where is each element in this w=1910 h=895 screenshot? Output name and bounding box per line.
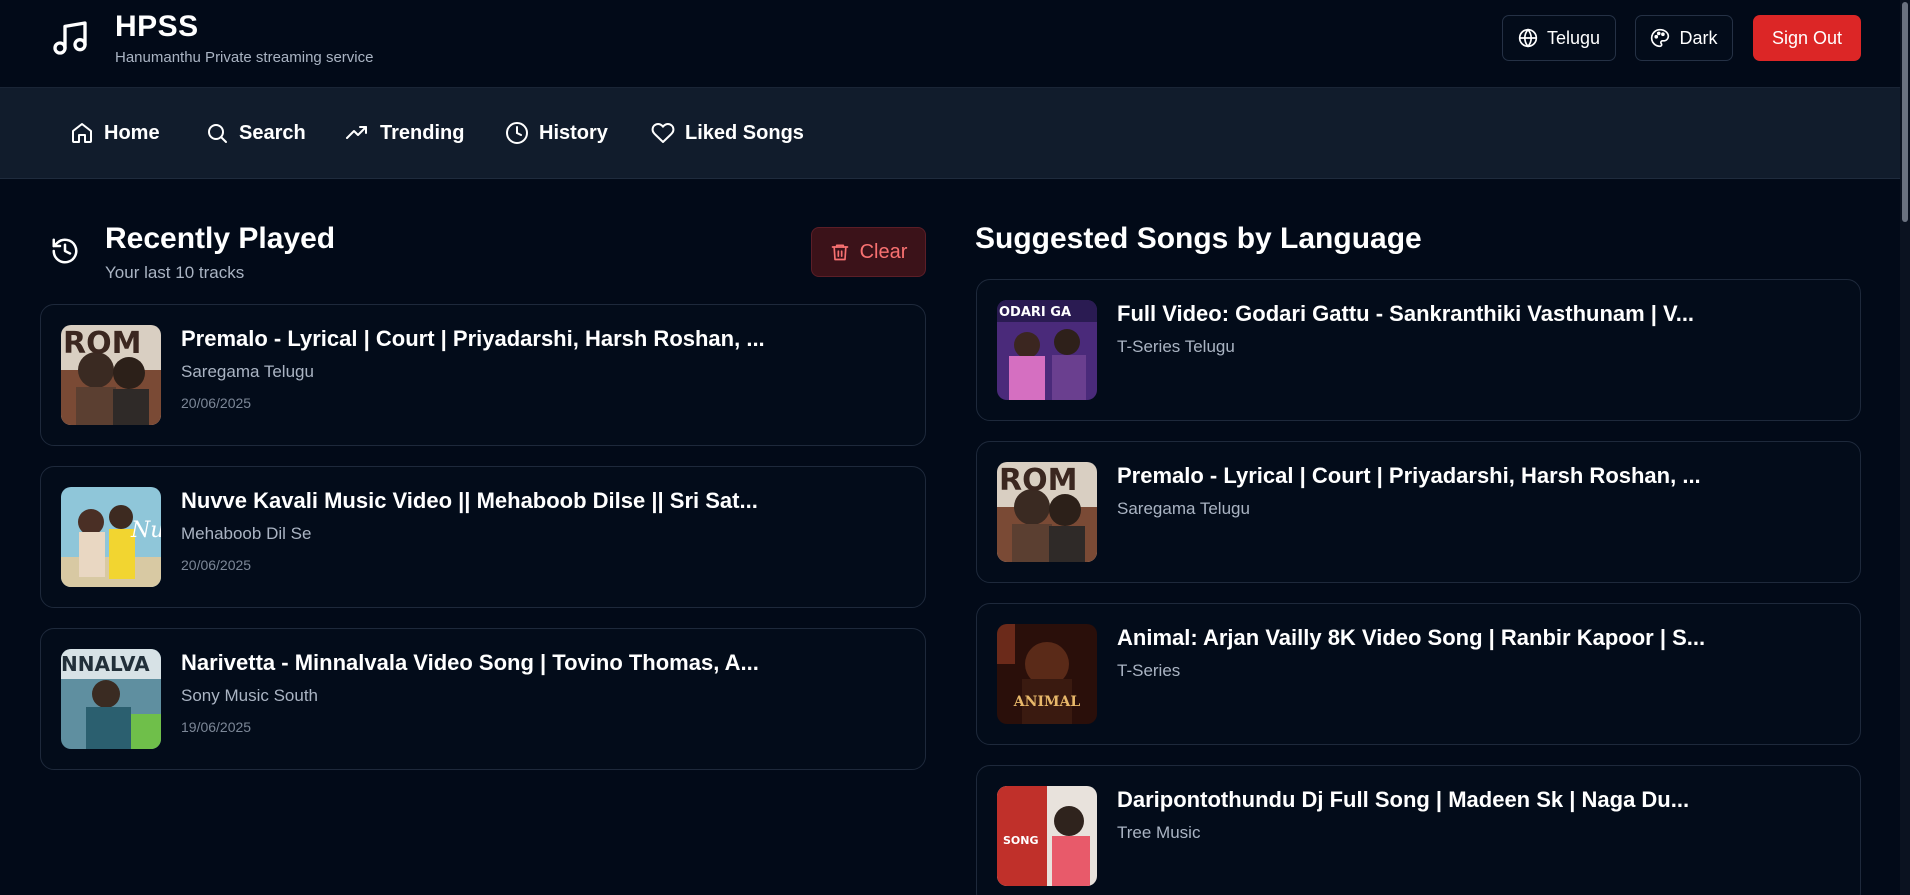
clear-history-button[interactable]: Clear <box>811 227 926 277</box>
track-title: Full Video: Godari Gattu - Sankranthiki … <box>1117 301 1695 326</box>
svg-text:ROM: ROM <box>999 463 1077 498</box>
track-artist: Mehaboob Dil Se <box>181 524 312 543</box>
nav-label-search: Search <box>239 121 306 144</box>
recent-track-card[interactable]: Nu Nuvve Kavali Music Video || Mehaboob … <box>40 466 926 608</box>
globe-icon <box>1518 28 1538 48</box>
track-date: 20/06/2025 <box>181 395 252 411</box>
svg-text:Nu: Nu <box>130 518 161 543</box>
nav-label-liked-songs: Liked Songs <box>685 121 804 144</box>
home-icon <box>72 123 92 143</box>
track-thumbnail: ANIMAL <box>997 624 1097 724</box>
main-nav: Home Search Trending History Liked Songs <box>0 88 1900 179</box>
nav-item-history[interactable]: History <box>505 118 608 148</box>
track-title: Animal: Arjan Vailly 8K Video Song | Ran… <box>1117 625 1706 650</box>
recently-played-title: Recently Played <box>105 222 336 255</box>
track-artist: Tree Music <box>1117 823 1201 842</box>
suggested-track-card[interactable]: ROM Premalo - Lyrical | Court | Priyadar… <box>976 441 1861 583</box>
app-title: HPSS <box>115 10 199 43</box>
track-thumbnail: ROM <box>997 462 1097 562</box>
sign-out-button[interactable]: Sign Out <box>1753 15 1861 61</box>
svg-text:ANIMAL: ANIMAL <box>1013 694 1081 710</box>
track-title: Nuvve Kavali Music Video || Mehaboob Dil… <box>181 488 758 513</box>
track-title: Premalo - Lyrical | Court | Priyadarshi,… <box>181 326 765 351</box>
track-title: Premalo - Lyrical | Court | Priyadarshi,… <box>1117 463 1701 488</box>
svg-text:NNALVA: NNALVA <box>61 652 150 676</box>
nav-label-trending: Trending <box>380 121 465 144</box>
svg-text:ODARI GA: ODARI GA <box>999 305 1071 320</box>
app-subtitle: Hanumanthu Private streaming service <box>115 49 374 66</box>
nav-item-trending[interactable]: Trending <box>344 118 464 148</box>
track-artist: T-Series Telugu <box>1117 337 1235 356</box>
search-icon <box>208 124 227 143</box>
language-label: Telugu <box>1546 27 1601 48</box>
recent-track-card[interactable]: NNALVA Narivetta - Minnalvala Video Song… <box>40 628 926 770</box>
theme-button[interactable]: Dark <box>1635 15 1733 61</box>
suggested-track-card[interactable]: ANIMAL Animal: Arjan Vailly 8K Video Son… <box>976 603 1861 745</box>
track-thumbnail: Nu <box>61 487 161 587</box>
track-artist: Saregama Telugu <box>181 362 314 381</box>
clock-icon <box>506 122 528 144</box>
svg-text:SONG: SONG <box>1003 834 1039 847</box>
track-thumbnail: NNALVA <box>61 649 161 749</box>
svg-text:ROM: ROM <box>63 326 141 361</box>
suggested-track-card[interactable]: ODARI GA Full Video: Godari Gattu - Sank… <box>976 279 1861 421</box>
recently-played-subtitle: Your last 10 tracks <box>105 263 245 282</box>
clear-label: Clear <box>859 240 908 263</box>
language-button[interactable]: Telugu <box>1502 15 1616 61</box>
nav-item-liked-songs[interactable]: Liked Songs <box>651 118 804 148</box>
recent-track-card[interactable]: ROM Premalo - Lyrical | Court | Priyadar… <box>40 304 926 446</box>
track-thumbnail: ROM <box>61 325 161 425</box>
palette-icon <box>1651 28 1670 48</box>
track-artist: Saregama Telugu <box>1117 499 1250 518</box>
track-thumbnail: SONG <box>997 786 1097 886</box>
trending-up-icon <box>346 126 367 139</box>
track-title: Narivetta - Minnalvala Video Song | Tovi… <box>181 650 759 675</box>
nav-item-search[interactable]: Search <box>205 118 306 148</box>
nav-item-home[interactable]: Home <box>70 118 160 148</box>
track-artist: Sony Music South <box>181 686 319 705</box>
music-note-icon <box>53 21 87 55</box>
track-title: Daripontothundu Dj Full Song | Madeen Sk… <box>1117 787 1690 812</box>
track-thumbnail: ODARI GA <box>997 300 1097 400</box>
nav-label-home: Home <box>104 121 160 144</box>
suggested-track-card[interactable]: SONG Daripontothundu Dj Full Song | Made… <box>976 765 1861 895</box>
track-date: 20/06/2025 <box>181 557 252 573</box>
trash-icon <box>831 244 848 261</box>
track-artist: T-Series <box>1117 661 1181 680</box>
nav-label-history: History <box>539 121 608 144</box>
scrollbar-thumb[interactable] <box>1902 2 1908 222</box>
app-header: HPSS Hanumanthu Private streaming servic… <box>0 0 1900 88</box>
theme-label: Dark <box>1679 27 1718 48</box>
history-icon <box>52 238 78 264</box>
heart-icon <box>651 123 675 143</box>
suggested-title: Suggested Songs by Language <box>975 222 1422 255</box>
track-date: 19/06/2025 <box>181 719 252 735</box>
